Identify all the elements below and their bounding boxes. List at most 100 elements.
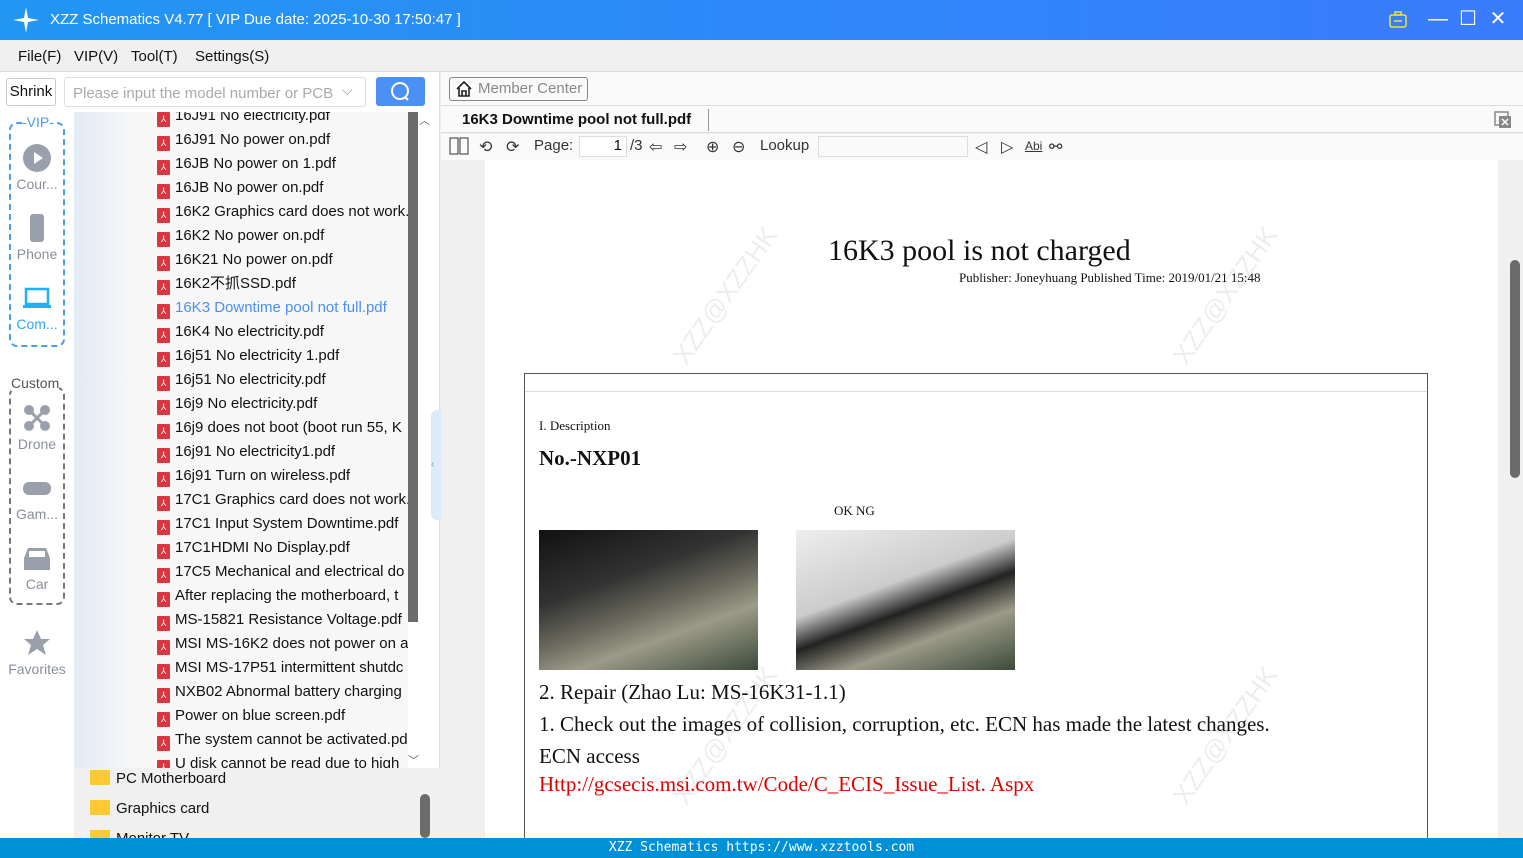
file-item[interactable]: ⅄ 16K4 No electricity.pdf <box>157 320 408 344</box>
match-case-icon[interactable]: Abi <box>1025 139 1042 153</box>
phone-icon <box>30 214 44 242</box>
file-item[interactable]: ⅄ 16K2不抓SSD.pdf <box>157 272 408 296</box>
file-item[interactable]: ⅄ 16j9 does not boot (boot run 55, K <box>157 416 408 440</box>
zoom-out-icon[interactable]: ⊖ <box>732 137 745 157</box>
file-list: ⅄ 16J91 No electricity.pdf ⅄ 16J91 No power… <box>74 112 408 768</box>
file-item[interactable]: ⅄ 17C5 Mechanical and electrical do <box>157 560 408 584</box>
shrink-button[interactable]: Shrink <box>6 78 56 106</box>
file-item[interactable]: ⅄ 16j51 No electricity 1.pdf <box>157 344 408 368</box>
nav-favorites[interactable]: Favorites <box>0 629 74 677</box>
file-item[interactable]: ⅄ MS-15821 Resistance Voltage.pdf <box>157 608 408 632</box>
doc-box-line <box>525 391 1427 392</box>
member-center-button[interactable]: Member Center <box>449 77 588 101</box>
file-item[interactable]: ⅄ 17C1HDMI No Display.pdf <box>157 536 408 560</box>
nav-drone[interactable]: Drone <box>0 404 74 452</box>
file-label: 16j9 does not boot (boot run 55, K <box>175 419 402 436</box>
ok-photo <box>539 530 758 670</box>
zoom-in-icon[interactable]: ⊕ <box>706 137 719 157</box>
file-label: 17C1HDMI No Display.pdf <box>175 539 350 556</box>
folder-scrollbar[interactable] <box>420 794 430 838</box>
menu-tool[interactable]: Tool(T) <box>131 48 178 65</box>
document-scrollbar[interactable] <box>1510 260 1520 478</box>
file-list-scrollbar[interactable] <box>408 112 418 622</box>
pdf-icon: ⅄ <box>157 424 170 439</box>
file-item[interactable]: ⅄ 16j91 No electricity1.pdf <box>157 440 408 464</box>
menu-settings[interactable]: Settings(S) <box>195 48 269 65</box>
file-item[interactable]: ⅄ 16j51 No electricity.pdf <box>157 368 408 392</box>
folder-icon <box>90 800 110 815</box>
file-item[interactable]: ⅄ The system cannot be activated.pd <box>157 728 408 752</box>
file-item[interactable]: ⅄ 16J91 No electricity.pdf <box>157 112 408 128</box>
nav-phone[interactable]: Phone <box>0 214 74 262</box>
binoculars-icon[interactable]: ⚯ <box>1049 137 1062 157</box>
file-item[interactable]: ⅄ MSI MS-16K2 does not power on a <box>157 632 408 656</box>
nav-computer[interactable]: Com... <box>0 284 74 332</box>
chevron-down-icon[interactable]: ⌵ <box>342 82 353 99</box>
folder-item[interactable]: Graphics card <box>90 800 209 817</box>
file-item[interactable]: ⅄ 17C1 Graphics card does not work. <box>157 488 408 512</box>
rotate-right-icon[interactable]: ⟳ <box>506 137 519 157</box>
file-item[interactable]: ⅄ 16JB No power on.pdf <box>157 176 408 200</box>
folder-item[interactable]: PC Motherboard <box>90 770 226 787</box>
file-item[interactable]: ⅄ After replacing the motherboard, t <box>157 584 408 608</box>
document-view: XZZ@XZZHK XZZ@XZZHK XZZ@XZZHK XZZ@XZZHK … <box>441 160 1523 838</box>
find-prev-icon[interactable]: ◁ <box>975 137 987 157</box>
doc-ecn: ECN access <box>539 744 640 768</box>
prev-page-icon[interactable]: ⇦ <box>649 137 662 157</box>
file-item[interactable]: ⅄ 16JB No power on 1.pdf <box>157 152 408 176</box>
two-page-icon[interactable] <box>449 137 469 155</box>
file-label: NXB02 Abnormal battery charging <box>175 683 402 700</box>
scroll-down-icon[interactable]: ﹀ <box>408 752 419 768</box>
scroll-up-icon[interactable]: ︿ <box>419 112 430 128</box>
next-page-icon[interactable]: ⇨ <box>674 137 687 157</box>
file-item[interactable]: ⅄ Power on blue screen.pdf <box>157 704 408 728</box>
model-search-input[interactable]: Please input the model number or PCB <box>64 77 366 107</box>
collapse-panel-handle[interactable]: ‹ <box>431 410 441 520</box>
file-item[interactable]: ⅄ 16j9 No electricity.pdf <box>157 392 408 416</box>
pdf-icon: ⅄ <box>157 160 170 175</box>
home-icon <box>456 80 472 97</box>
file-label: MS-15821 Resistance Voltage.pdf <box>175 611 402 628</box>
file-item[interactable]: ⅄ MSI MS-17P51 intermittent shutdc <box>157 656 408 680</box>
file-label: 16J91 No electricity.pdf <box>175 112 330 124</box>
find-next-icon[interactable]: ▷ <box>1001 137 1013 157</box>
nav-car[interactable]: Car <box>0 544 74 592</box>
menu-vip[interactable]: VIP(V) <box>74 48 118 65</box>
folder-icon <box>90 770 110 785</box>
file-item[interactable]: ⅄ 16K2 Graphics card does not work. <box>157 200 408 224</box>
pdf-icon: ⅄ <box>157 112 170 127</box>
lookup-input[interactable] <box>818 136 968 157</box>
close-tab-icon[interactable] <box>1494 111 1512 129</box>
star-icon <box>24 630 50 655</box>
file-item[interactable]: ⅄ 17C1 Input System Downtime.pdf <box>157 512 408 536</box>
close-button[interactable]: ✕ <box>1486 8 1510 32</box>
file-label: 17C1 Input System Downtime.pdf <box>175 515 399 532</box>
briefcase-icon[interactable] <box>1389 11 1407 28</box>
file-label: 16K3 Downtime pool not full.pdf <box>175 299 387 316</box>
file-item[interactable]: ⅄ 16K2 No power on.pdf <box>157 224 408 248</box>
file-item[interactable]: ⅄ 16J91 No power on.pdf <box>157 128 408 152</box>
car-icon <box>24 548 50 570</box>
file-label: 16J91 No power on.pdf <box>175 131 331 148</box>
ecn-link[interactable]: Http://gcsecis.msi.com.tw/Code/C_ECIS_Is… <box>539 772 1034 797</box>
file-item[interactable]: ⅄ 16K21 No power on.pdf <box>157 248 408 272</box>
page-number-input[interactable]: 1 <box>579 136 627 157</box>
nav-game[interactable]: Gam... <box>0 474 74 522</box>
file-item[interactable]: ⅄ NXB02 Abnormal battery charging <box>157 680 408 704</box>
file-item[interactable]: ⅄ 16K3 Downtime pool not full.pdf <box>157 296 408 320</box>
rotate-left-icon[interactable]: ⟲ <box>479 137 492 157</box>
maximize-button[interactable]: ☐ <box>1456 8 1480 32</box>
nav-course[interactable]: Cour... <box>0 144 74 192</box>
pdf-icon: ⅄ <box>157 544 170 559</box>
tab-document[interactable]: 16K3 Downtime pool not full.pdf <box>462 111 691 128</box>
file-item[interactable]: ⅄ U disk cannot be read due to high <box>157 752 408 768</box>
pdf-icon: ⅄ <box>157 328 170 343</box>
pdf-icon: ⅄ <box>157 472 170 487</box>
file-item[interactable]: ⅄ 16j91 Turn on wireless.pdf <box>157 464 408 488</box>
minimize-button[interactable]: — <box>1426 8 1450 32</box>
category-sidebar: -VIP- Cour... Phone Com... Custom Drone … <box>0 112 74 838</box>
menu-file[interactable]: File(F) <box>18 48 61 65</box>
page-total: /3 <box>630 137 643 154</box>
folder-label: PC Motherboard <box>116 770 227 787</box>
search-button[interactable] <box>376 77 425 106</box>
